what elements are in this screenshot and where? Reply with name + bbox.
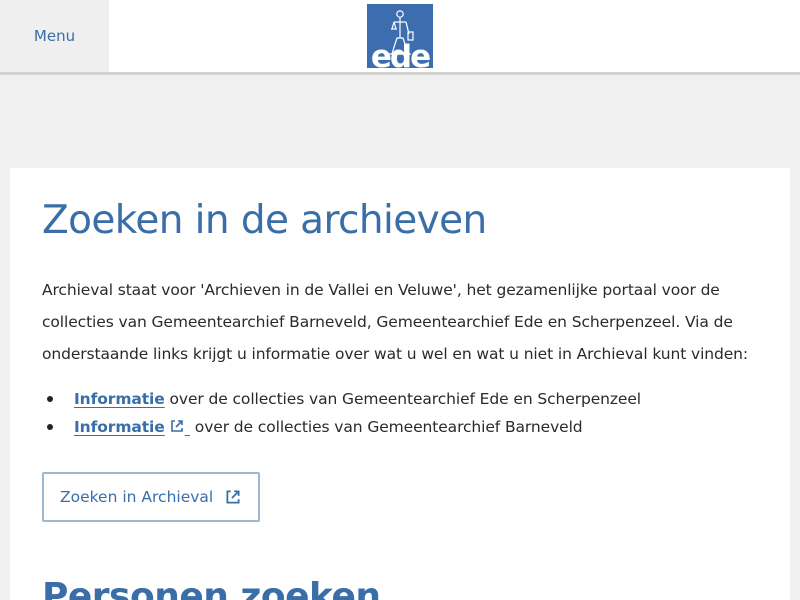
search-archieval-label: Zoeken in Archieval bbox=[60, 488, 214, 506]
info-link-barneveld[interactable]: Informatie bbox=[74, 418, 190, 436]
list-item: Informatie over de collecties van Gemeen… bbox=[42, 385, 641, 413]
content-card: Zoeken in de archieven Archieval staat v… bbox=[10, 168, 790, 600]
list-item-text: over de collecties van Gemeentearchief B… bbox=[189, 418, 583, 436]
menu-button[interactable]: Menu bbox=[0, 0, 109, 72]
bullet-dot bbox=[47, 396, 53, 402]
external-link-icon bbox=[226, 490, 240, 504]
intro-paragraph: Archieval staat voor 'Archieven in de Va… bbox=[42, 281, 749, 363]
ede-logo[interactable]: ede bbox=[367, 4, 433, 68]
logo-text: ede bbox=[370, 39, 431, 68]
info-link-barneveld-label: Informatie bbox=[74, 418, 165, 436]
external-link-icon bbox=[170, 420, 183, 432]
info-links-list: Informatie over de collecties van Gemeen… bbox=[42, 385, 641, 441]
page-title: Zoeken in de archieven bbox=[42, 198, 487, 243]
site-header: Menu ede bbox=[0, 0, 800, 75]
search-archieval-button[interactable]: Zoeken in Archieval bbox=[42, 472, 260, 522]
info-link-ede[interactable]: Informatie bbox=[74, 390, 165, 408]
menu-label: Menu bbox=[33, 27, 76, 45]
section-title-persons: Personen zoeken bbox=[42, 576, 381, 600]
list-item: Informatie over de collecties van Gemeen… bbox=[42, 413, 641, 441]
bullet-dot bbox=[47, 424, 53, 430]
list-item-text: over de collecties van Gemeentearchief E… bbox=[164, 390, 642, 408]
